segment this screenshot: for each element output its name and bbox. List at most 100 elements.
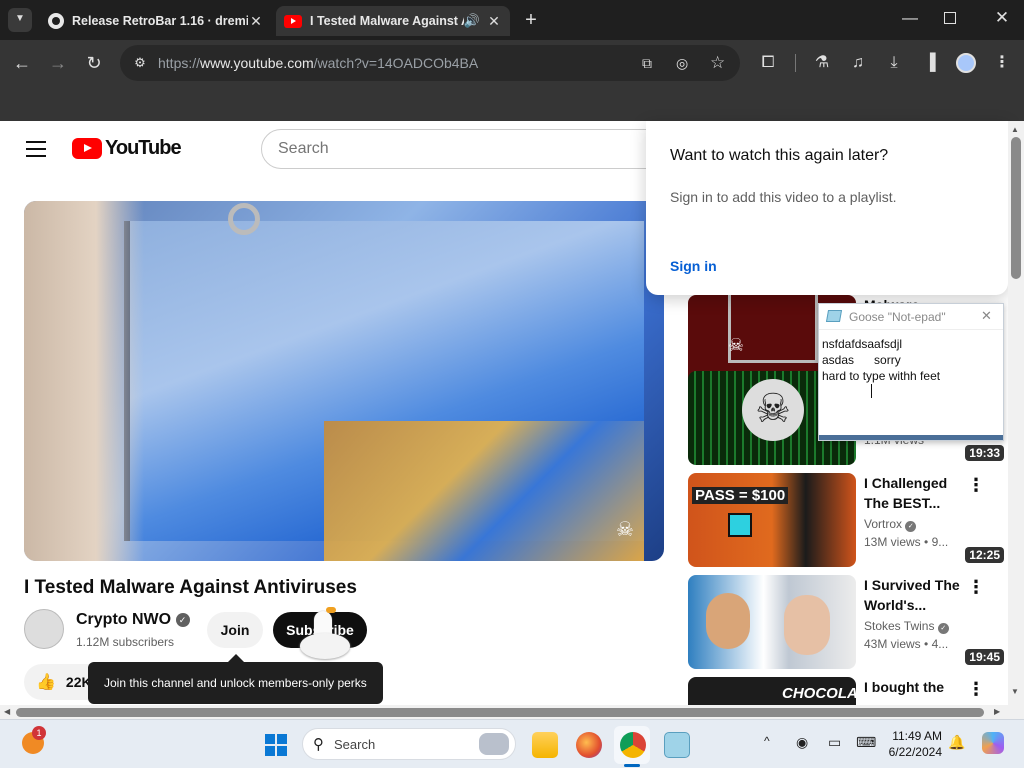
url-text: https://www.youtube.com/watch?v=14OADCOb… <box>158 55 478 71</box>
copilot-icon[interactable] <box>982 732 1004 754</box>
tab-search-button[interactable]: ▼ <box>8 8 32 32</box>
card-meta: 13M views • 9... <box>864 535 949 549</box>
video-card-title[interactable]: I Challenged The BEST... <box>864 473 964 513</box>
thumbnail[interactable] <box>688 575 856 669</box>
reload-icon[interactable]: ↻ <box>82 51 106 75</box>
notepad-text-area[interactable]: nsfdafdsaafsdjl asdas sorry hard to type… <box>822 336 1002 398</box>
github-icon <box>48 13 64 29</box>
thumbnail-text: PASS = $100 <box>692 487 789 504</box>
tracking-off-icon[interactable]: ◎ <box>676 55 688 72</box>
install-app-icon[interactable]: ⧉ <box>642 55 652 72</box>
hamburger-menu-icon[interactable] <box>26 141 46 157</box>
scroll-right-arrow-icon[interactable]: ▶ <box>994 707 1000 716</box>
extensions-icon[interactable]: ⧠ <box>756 51 780 75</box>
new-tab-icon[interactable]: + <box>520 8 542 32</box>
youtube-icon <box>284 14 302 28</box>
more-actions-icon[interactable]: ⋮ <box>966 679 986 700</box>
close-window-icon[interactable]: ✕ <box>990 8 1014 28</box>
subscriber-count: 1.12M subscribers <box>76 635 175 649</box>
thumbnail[interactable]: CHOCOLATE <box>688 677 856 705</box>
notifications-bell-icon[interactable]: 🔔 <box>948 734 965 751</box>
channel-name[interactable]: Crypto NWO ✓ <box>76 611 190 629</box>
card-channel-name[interactable]: Vortrox ✓ <box>864 517 917 532</box>
site-info-icon[interactable]: ⚙ <box>130 55 150 71</box>
close-tab-icon[interactable]: ✕ <box>486 13 502 30</box>
horizontal-scrollbar[interactable]: ◀ ▶ <box>0 705 1024 719</box>
profile-avatar-icon[interactable] <box>956 53 976 73</box>
side-panel-icon[interactable]: ▐ <box>918 51 942 75</box>
scroll-left-arrow-icon[interactable]: ◀ <box>4 707 10 716</box>
verified-icon: ✓ <box>905 521 917 532</box>
recommendation-card[interactable]: 19:45 I Survived The World's... Stokes T… <box>688 575 1008 669</box>
scroll-up-arrow-icon[interactable]: ▲ <box>1011 125 1019 134</box>
language-icon[interactable]: ⌨ <box>856 734 876 751</box>
duration-badge: 12:25 <box>965 547 1004 563</box>
more-actions-icon[interactable]: ⋮ <box>966 577 986 598</box>
more-actions-icon[interactable]: ⋮ <box>966 475 986 496</box>
chrome-icon[interactable] <box>620 732 646 758</box>
tooltip-arrow <box>228 654 244 662</box>
chrome-menu-icon[interactable]: ⋮ <box>990 51 1014 75</box>
verified-icon: ✓ <box>937 623 949 634</box>
vertical-scrollbar[interactable]: ▲ ▼ <box>1008 121 1024 705</box>
card-meta: 43M views • 4... <box>864 637 949 651</box>
clock-date: 6/22/2024 <box>888 745 942 759</box>
url-prefix: https:// <box>158 55 201 71</box>
scrollbar-thumb[interactable] <box>1011 137 1021 279</box>
speaker-icon[interactable]: 🔊 <box>464 13 480 29</box>
display-icon[interactable]: ▭ <box>828 734 841 751</box>
url-path: /watch?v=14OADCOb4BA <box>313 55 479 71</box>
video-player[interactable]: ☠ <box>24 201 664 561</box>
card-channel-name[interactable]: Stokes Twins ✓ <box>864 619 949 634</box>
back-icon[interactable]: ← <box>10 51 34 75</box>
restore-icon[interactable] <box>944 12 956 24</box>
show-hidden-icons-icon[interactable]: ^ <box>764 734 770 748</box>
media-controls-icon[interactable]: ♫ <box>846 51 870 75</box>
clock[interactable]: 11:49 AM 6/22/2024 <box>880 728 942 760</box>
browser-toolbar: ← → ↻ ⚙ https://www.youtube.com/watch?v=… <box>0 40 1024 86</box>
minimize-icon[interactable]: — <box>898 10 922 28</box>
sign-in-link[interactable]: Sign in <box>670 258 717 274</box>
tab-title: Release RetroBar 1.16 · dremin/ <box>72 14 248 28</box>
scrollbar-thumb[interactable] <box>16 708 984 717</box>
goose-notepad-window[interactable]: Goose "Not-epad" ✕ nsfdafdsaafsdjl asdas… <box>818 303 1004 441</box>
file-explorer-icon[interactable] <box>532 732 558 758</box>
thumbnail[interactable]: PASS = $100 <box>688 473 856 567</box>
recommendation-card[interactable]: PASS = $100 12:25 I Challenged The BEST.… <box>688 473 1008 567</box>
channel-avatar[interactable] <box>24 609 64 649</box>
firefox-icon[interactable] <box>576 732 602 758</box>
video-frame-windows-overlay <box>324 421 644 561</box>
card-channel-text: Vortrox <box>864 517 903 531</box>
forward-icon[interactable]: → <box>46 51 70 75</box>
tab-youtube-active[interactable]: I Tested Malware Against A 🔊 ✕ <box>276 6 510 36</box>
notepad-title: Goose "Not-epad" <box>849 310 946 324</box>
recommendation-card[interactable]: CHOCOLATE I bought the ⋮ <box>688 677 1008 705</box>
video-card-title[interactable]: I bought the <box>864 677 964 705</box>
address-bar[interactable]: ⚙ https://www.youtube.com/watch?v=14OADC… <box>120 45 740 81</box>
notepad-app-icon[interactable] <box>664 732 690 758</box>
youtube-logo[interactable]: YouTube <box>72 137 182 160</box>
popup-title: Want to watch this again later? <box>670 147 889 164</box>
card-channel-text: Stokes Twins <box>864 619 935 633</box>
tab-retrobar[interactable]: Release RetroBar 1.16 · dremin/ ✕ <box>40 6 272 36</box>
video-title: I Tested Malware Against Antiviruses <box>24 577 357 598</box>
notification-badge: 1 <box>32 726 46 740</box>
labs-flask-icon[interactable]: ⚗ <box>810 51 834 75</box>
download-icon[interactable]: ⤓ <box>882 51 906 75</box>
search-input[interactable]: Search <box>261 129 661 169</box>
scroll-down-arrow-icon[interactable]: ▼ <box>1011 687 1019 696</box>
taskbar-search-box[interactable]: ⚲ Search <box>302 728 516 760</box>
start-button-icon[interactable] <box>265 734 287 756</box>
video-card-title[interactable]: I Survived The World's... <box>864 575 964 615</box>
video-frame-hand <box>24 201 144 561</box>
notepad-titlebar[interactable]: Goose "Not-epad" ✕ <box>819 304 1003 330</box>
network-icon[interactable]: ◉ <box>796 734 808 751</box>
url-domain: www.youtube.com <box>200 55 314 71</box>
bookmark-star-icon[interactable]: ☆ <box>710 53 725 73</box>
close-tab-icon[interactable]: ✕ <box>248 13 264 30</box>
close-icon[interactable]: ✕ <box>981 308 992 324</box>
toolbar-divider <box>795 54 796 72</box>
join-button[interactable]: Join <box>207 612 263 648</box>
popup-body: Sign in to add this video to a playlist. <box>670 189 897 205</box>
notepad-line: asdas sorry <box>822 353 901 367</box>
